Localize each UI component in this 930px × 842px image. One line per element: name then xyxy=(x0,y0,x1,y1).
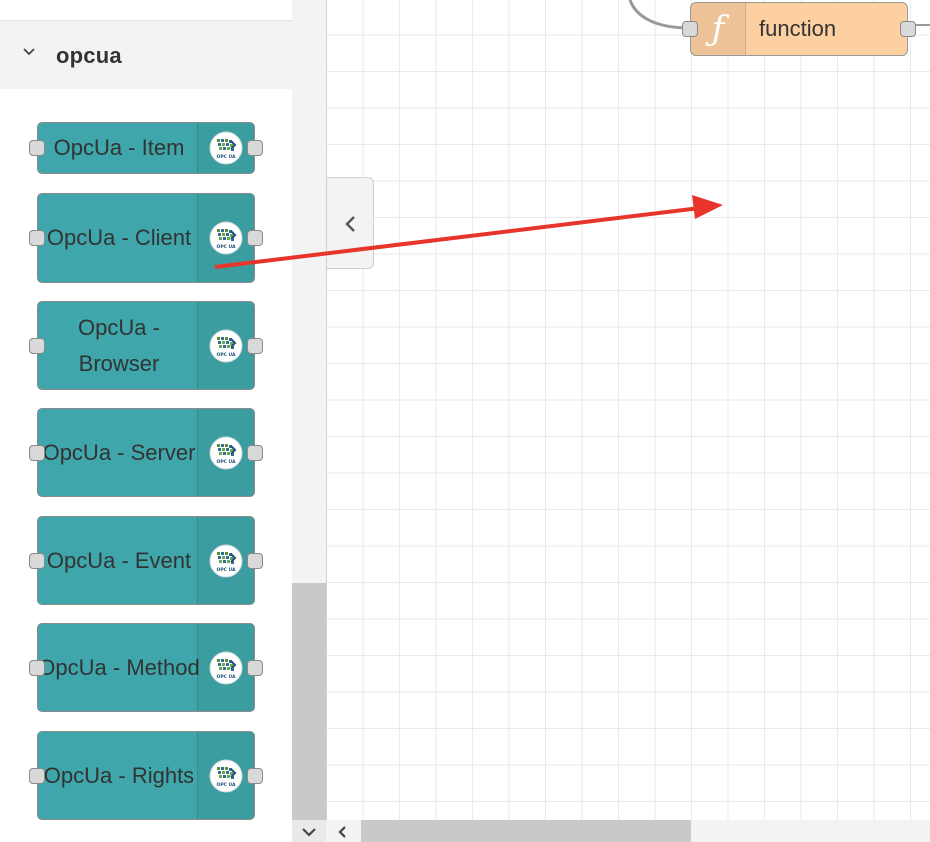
palette-scrollbar-thumb[interactable] xyxy=(292,583,326,842)
output-port xyxy=(247,552,263,569)
input-port xyxy=(29,767,45,784)
opcua-logo-icon: OPC UA xyxy=(209,221,243,255)
palette-node-iconbox: OPC UA xyxy=(197,732,254,819)
input-port xyxy=(29,552,45,569)
palette-collapse-button[interactable] xyxy=(327,177,374,269)
opcua-logo-icon: OPC UA xyxy=(209,329,243,362)
palette-node-opcua-method[interactable]: OpcUa - Method OPC UA xyxy=(29,623,263,712)
function-node[interactable]: ƒ function xyxy=(682,2,916,56)
palette-node-opcua-item[interactable]: OpcUa - Item OPC UA xyxy=(29,122,263,174)
svg-text:OPC UA: OPC UA xyxy=(217,567,237,573)
svg-text:OPC UA: OPC UA xyxy=(217,352,237,358)
input-port xyxy=(29,444,45,461)
palette-node-iconbox: OPC UA xyxy=(197,302,254,389)
opcua-logo-icon: OPC UA xyxy=(209,131,243,165)
opcua-logo-icon: OPC UA xyxy=(209,544,243,577)
svg-text:OPC UA: OPC UA xyxy=(217,154,237,160)
chevron-down-icon xyxy=(302,828,316,837)
output-port xyxy=(247,444,263,461)
input-port xyxy=(29,140,45,156)
input-port xyxy=(29,337,45,354)
palette-node-opcua-event[interactable]: OpcUa - Event OPC UA xyxy=(29,516,263,605)
svg-text:OPC UA: OPC UA xyxy=(217,244,237,250)
flow-wire-out xyxy=(916,24,930,26)
opcua-logo-icon: OPC UA xyxy=(209,651,243,684)
palette-node-iconbox: OPC UA xyxy=(197,123,254,173)
palette-node-iconbox: OPC UA xyxy=(197,409,254,496)
output-port xyxy=(247,140,263,156)
palette-node-label: OpcUa - Method xyxy=(38,654,200,680)
palette-node-opcua-rights[interactable]: OpcUa - Rights OPC UA xyxy=(29,731,263,820)
output-port xyxy=(247,659,263,676)
palette-node-opcua-browser[interactable]: OpcUa - Browser OPC UA xyxy=(29,301,263,390)
palette-node-opcua-server[interactable]: OpcUa - Server OPC UA xyxy=(29,408,263,497)
opcua-logo-icon: OPC UA xyxy=(209,436,243,469)
palette-node-iconbox: OPC UA xyxy=(197,624,254,711)
opcua-logo-icon: OPC UA xyxy=(209,759,243,792)
palette-previous-category xyxy=(0,0,292,21)
flow-workspace-canvas[interactable] xyxy=(327,0,930,820)
palette-node-label: OpcUa - Event xyxy=(46,547,192,573)
workspace-horizontal-scrollbar-thumb[interactable] xyxy=(361,820,691,842)
palette-node-label: OpcUa - Item xyxy=(53,135,185,160)
function-node-label: function xyxy=(759,16,837,41)
scroll-left-button[interactable] xyxy=(330,820,356,842)
palette-category-opcua-header[interactable]: opcua xyxy=(0,21,292,89)
chevron-left-icon xyxy=(345,216,355,232)
input-port[interactable] xyxy=(682,21,698,37)
palette-sidebar: opcua OpcUa - Item OPC UA OpcUa - Client xyxy=(0,0,292,842)
svg-text:OPC UA: OPC UA xyxy=(217,674,237,680)
palette-toggle-button[interactable] xyxy=(292,820,326,842)
output-port[interactable] xyxy=(900,21,916,37)
function-icon: ƒ xyxy=(691,3,746,55)
output-port xyxy=(247,337,263,354)
palette-node-label: OpcUa - Rights xyxy=(43,762,195,788)
svg-text:OPC UA: OPC UA xyxy=(217,459,237,465)
input-port xyxy=(29,230,45,246)
chevron-down-icon xyxy=(23,48,35,56)
palette-node-iconbox: OPC UA xyxy=(197,194,254,282)
palette-node-label: OpcUa - Server xyxy=(42,439,196,465)
palette-node-iconbox: OPC UA xyxy=(197,517,254,604)
output-port xyxy=(247,767,263,784)
palette-category-title: opcua xyxy=(56,43,122,68)
palette-node-label: OpcUa - Client xyxy=(46,225,192,250)
palette-divider xyxy=(326,0,327,842)
input-port xyxy=(29,659,45,676)
output-port xyxy=(247,230,263,246)
svg-text:OPC UA: OPC UA xyxy=(217,782,237,788)
palette-node-label: OpcUa - Browser xyxy=(78,314,160,376)
chevron-left-icon xyxy=(338,826,346,838)
palette-node-opcua-client[interactable]: OpcUa - Client OPC UA xyxy=(29,193,263,283)
